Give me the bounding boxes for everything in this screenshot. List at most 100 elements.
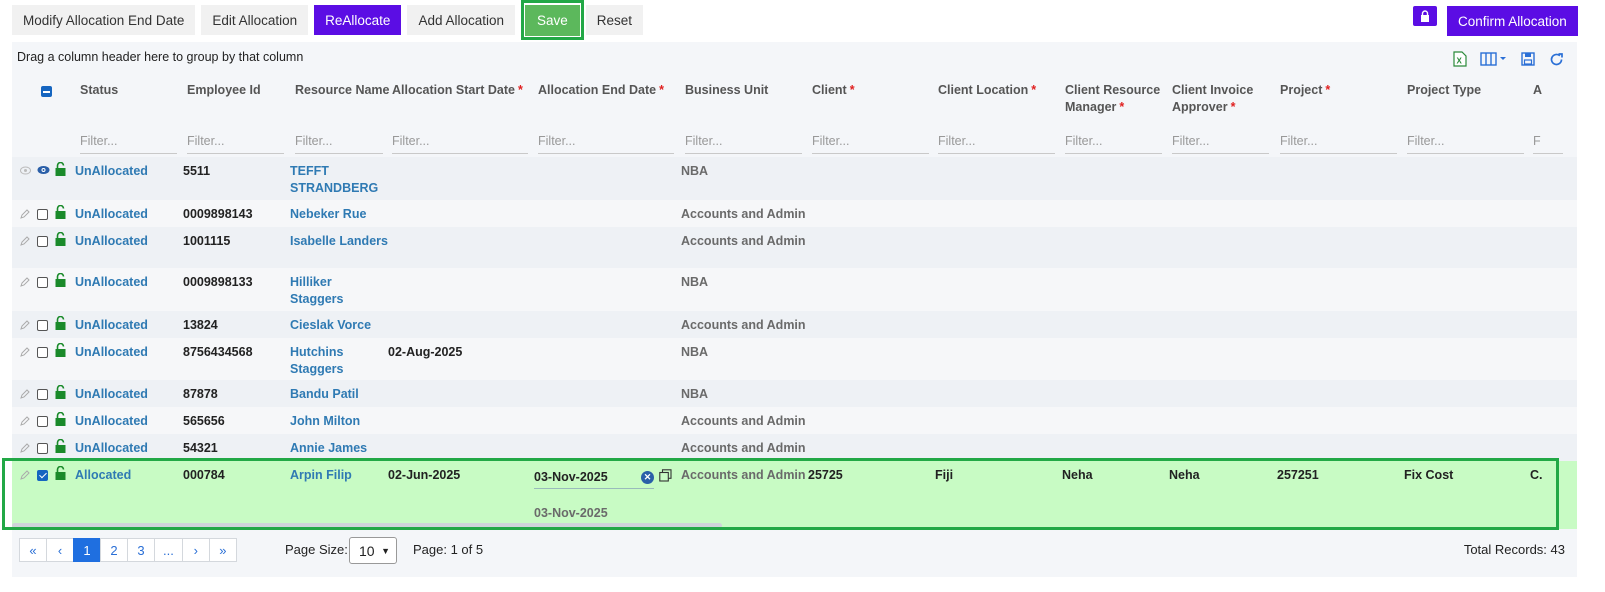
lock-button[interactable]	[1413, 6, 1437, 26]
unlock-icon[interactable]	[55, 161, 66, 176]
row-checkbox[interactable]	[37, 347, 48, 358]
row-edit-icon[interactable]	[20, 470, 31, 481]
filter-business-unit[interactable]: Filter...	[685, 132, 802, 154]
resource-name-cell[interactable]: Annie James	[290, 440, 367, 457]
header-more-column[interactable]: A	[1533, 82, 1542, 99]
table-row[interactable]: UnAllocated 87878 Bandu Patil NBA	[12, 380, 1577, 407]
resource-name-cell[interactable]: Hilliker Staggers	[290, 274, 344, 308]
table-row[interactable]: UnAllocated 1001115 Isabelle Landers Acc…	[12, 227, 1577, 268]
filter-more-column[interactable]: F	[1533, 132, 1563, 154]
row-view-icon[interactable]	[20, 166, 31, 177]
add-allocation-button[interactable]: Add Allocation	[407, 5, 516, 35]
save-button[interactable]: Save	[525, 4, 580, 36]
filter-allocation-start-date[interactable]: Filter...	[392, 132, 528, 154]
row-edit-icon[interactable]	[20, 416, 31, 427]
filter-client-location[interactable]: Filter...	[938, 132, 1055, 154]
more-pages-button[interactable]: ...	[154, 538, 183, 562]
row-checkbox[interactable]	[37, 320, 48, 331]
unlock-icon[interactable]	[55, 204, 66, 219]
header-client-location[interactable]: Client Location *	[938, 82, 1036, 99]
header-client-invoice-approver[interactable]: Client Invoice Approver *	[1172, 82, 1253, 116]
modify-allocation-end-date-button[interactable]: Modify Allocation End Date	[12, 5, 196, 35]
filter-status[interactable]: Filter...	[80, 132, 177, 154]
resource-name-cell[interactable]: Hutchins Staggers	[290, 344, 344, 378]
header-status[interactable]: Status	[80, 82, 118, 99]
unlock-icon[interactable]	[55, 315, 66, 330]
column-chooser-icon[interactable]	[1479, 50, 1509, 68]
header-allocation-end-date[interactable]: Allocation End Date *	[538, 82, 664, 99]
header-allocation-start-date[interactable]: Allocation Start Date *	[392, 82, 523, 99]
status-cell[interactable]: UnAllocated	[75, 344, 148, 361]
resource-name-cell[interactable]: Arpin Filip	[290, 467, 352, 484]
filter-allocation-end-date[interactable]: Filter...	[538, 132, 674, 154]
unlock-icon[interactable]	[55, 411, 66, 426]
page-3-button[interactable]: 3	[127, 538, 155, 562]
filter-project-type[interactable]: Filter...	[1407, 132, 1524, 154]
status-cell[interactable]: UnAllocated	[75, 206, 148, 223]
unlock-icon[interactable]	[55, 465, 66, 480]
row-checkbox[interactable]	[37, 389, 48, 400]
reallocate-button[interactable]: ReAllocate	[314, 5, 402, 35]
header-project-type[interactable]: Project Type	[1407, 82, 1481, 99]
resource-name-cell[interactable]: Cieslak Vorce	[290, 317, 371, 334]
filter-project[interactable]: Filter...	[1280, 132, 1397, 154]
table-row[interactable]: UnAllocated 5511 TEFFT STRANDBERG NBA	[12, 157, 1577, 200]
filter-client-invoice-approver[interactable]: Filter...	[1172, 132, 1269, 154]
status-cell[interactable]: UnAllocated	[75, 413, 148, 430]
row-edit-icon[interactable]	[20, 389, 31, 400]
prev-page-button[interactable]: ‹	[46, 538, 74, 562]
page-2-button[interactable]: 2	[100, 538, 128, 562]
copy-icon[interactable]	[659, 469, 673, 483]
filter-resource-name[interactable]: Filter...	[295, 132, 383, 154]
row-edit-icon[interactable]	[20, 320, 31, 331]
last-page-button[interactable]: »	[208, 538, 237, 562]
row-edit-icon[interactable]	[20, 209, 31, 220]
header-client[interactable]: Client *	[812, 82, 855, 99]
unlock-icon[interactable]	[55, 438, 66, 453]
table-row[interactable]: UnAllocated 8756434568 Hutchins Staggers …	[12, 338, 1577, 380]
resource-name-cell[interactable]: John Milton	[290, 413, 360, 430]
table-row[interactable]: UnAllocated 0009898143 Nebeker Rue Accou…	[12, 200, 1577, 227]
group-panel[interactable]: Drag a column header here to group by th…	[12, 42, 1577, 72]
filter-client[interactable]: Filter...	[812, 132, 929, 154]
unlock-icon[interactable]	[55, 384, 66, 399]
table-row[interactable]: UnAllocated 54321 Annie James Accounts a…	[12, 434, 1577, 461]
status-cell[interactable]: UnAllocated	[75, 386, 148, 403]
row-checkbox[interactable]	[37, 209, 48, 220]
allocation-end-date-input[interactable]: 03-Nov-2025	[534, 467, 654, 489]
excel-export-icon[interactable]: X	[1451, 50, 1469, 68]
row-edit-icon[interactable]	[20, 236, 31, 247]
status-cell[interactable]: UnAllocated	[75, 317, 148, 334]
clear-date-icon[interactable]: ✕	[641, 471, 654, 484]
status-cell[interactable]: Allocated	[75, 467, 131, 484]
page-1-button[interactable]: 1	[73, 538, 101, 562]
row-edit-icon[interactable]	[20, 443, 31, 454]
refresh-icon[interactable]	[1547, 50, 1565, 68]
table-row[interactable]: UnAllocated 0009898133 Hilliker Staggers …	[12, 268, 1577, 311]
resource-name-cell[interactable]: Isabelle Landers	[290, 233, 388, 250]
filter-client-resource-manager[interactable]: Filter...	[1065, 132, 1162, 154]
reset-button[interactable]: Reset	[585, 5, 644, 35]
next-page-button[interactable]: ›	[181, 538, 210, 562]
first-page-button[interactable]: «	[19, 538, 47, 562]
status-cell[interactable]: UnAllocated	[75, 440, 148, 457]
row-checkbox[interactable]	[37, 416, 48, 427]
header-resource-name[interactable]: Resource Name	[295, 82, 390, 99]
header-business-unit[interactable]: Business Unit	[685, 82, 768, 99]
status-cell[interactable]: UnAllocated	[75, 163, 148, 180]
row-checkbox[interactable]	[37, 470, 48, 481]
row-checkbox[interactable]	[37, 443, 48, 454]
resource-name-cell[interactable]: Bandu Patil	[290, 386, 359, 403]
save-layout-icon[interactable]	[1519, 50, 1537, 68]
table-row[interactable]: UnAllocated 565656 John Milton Accounts …	[12, 407, 1577, 434]
header-project[interactable]: Project *	[1280, 82, 1330, 99]
resource-name-cell[interactable]: Nebeker Rue	[290, 206, 366, 223]
edit-allocation-button[interactable]: Edit Allocation	[201, 5, 309, 35]
confirm-allocation-button[interactable]: Confirm Allocation	[1447, 6, 1578, 36]
selected-table-row[interactable]: Allocated 000784 Arpin Filip 02-Jun-2025…	[12, 461, 1577, 529]
row-edit-icon[interactable]	[20, 277, 31, 288]
row-checkbox[interactable]	[37, 277, 48, 288]
unlock-icon[interactable]	[55, 342, 66, 357]
select-all-checkbox[interactable]	[41, 86, 52, 97]
eye-icon[interactable]	[37, 164, 50, 178]
